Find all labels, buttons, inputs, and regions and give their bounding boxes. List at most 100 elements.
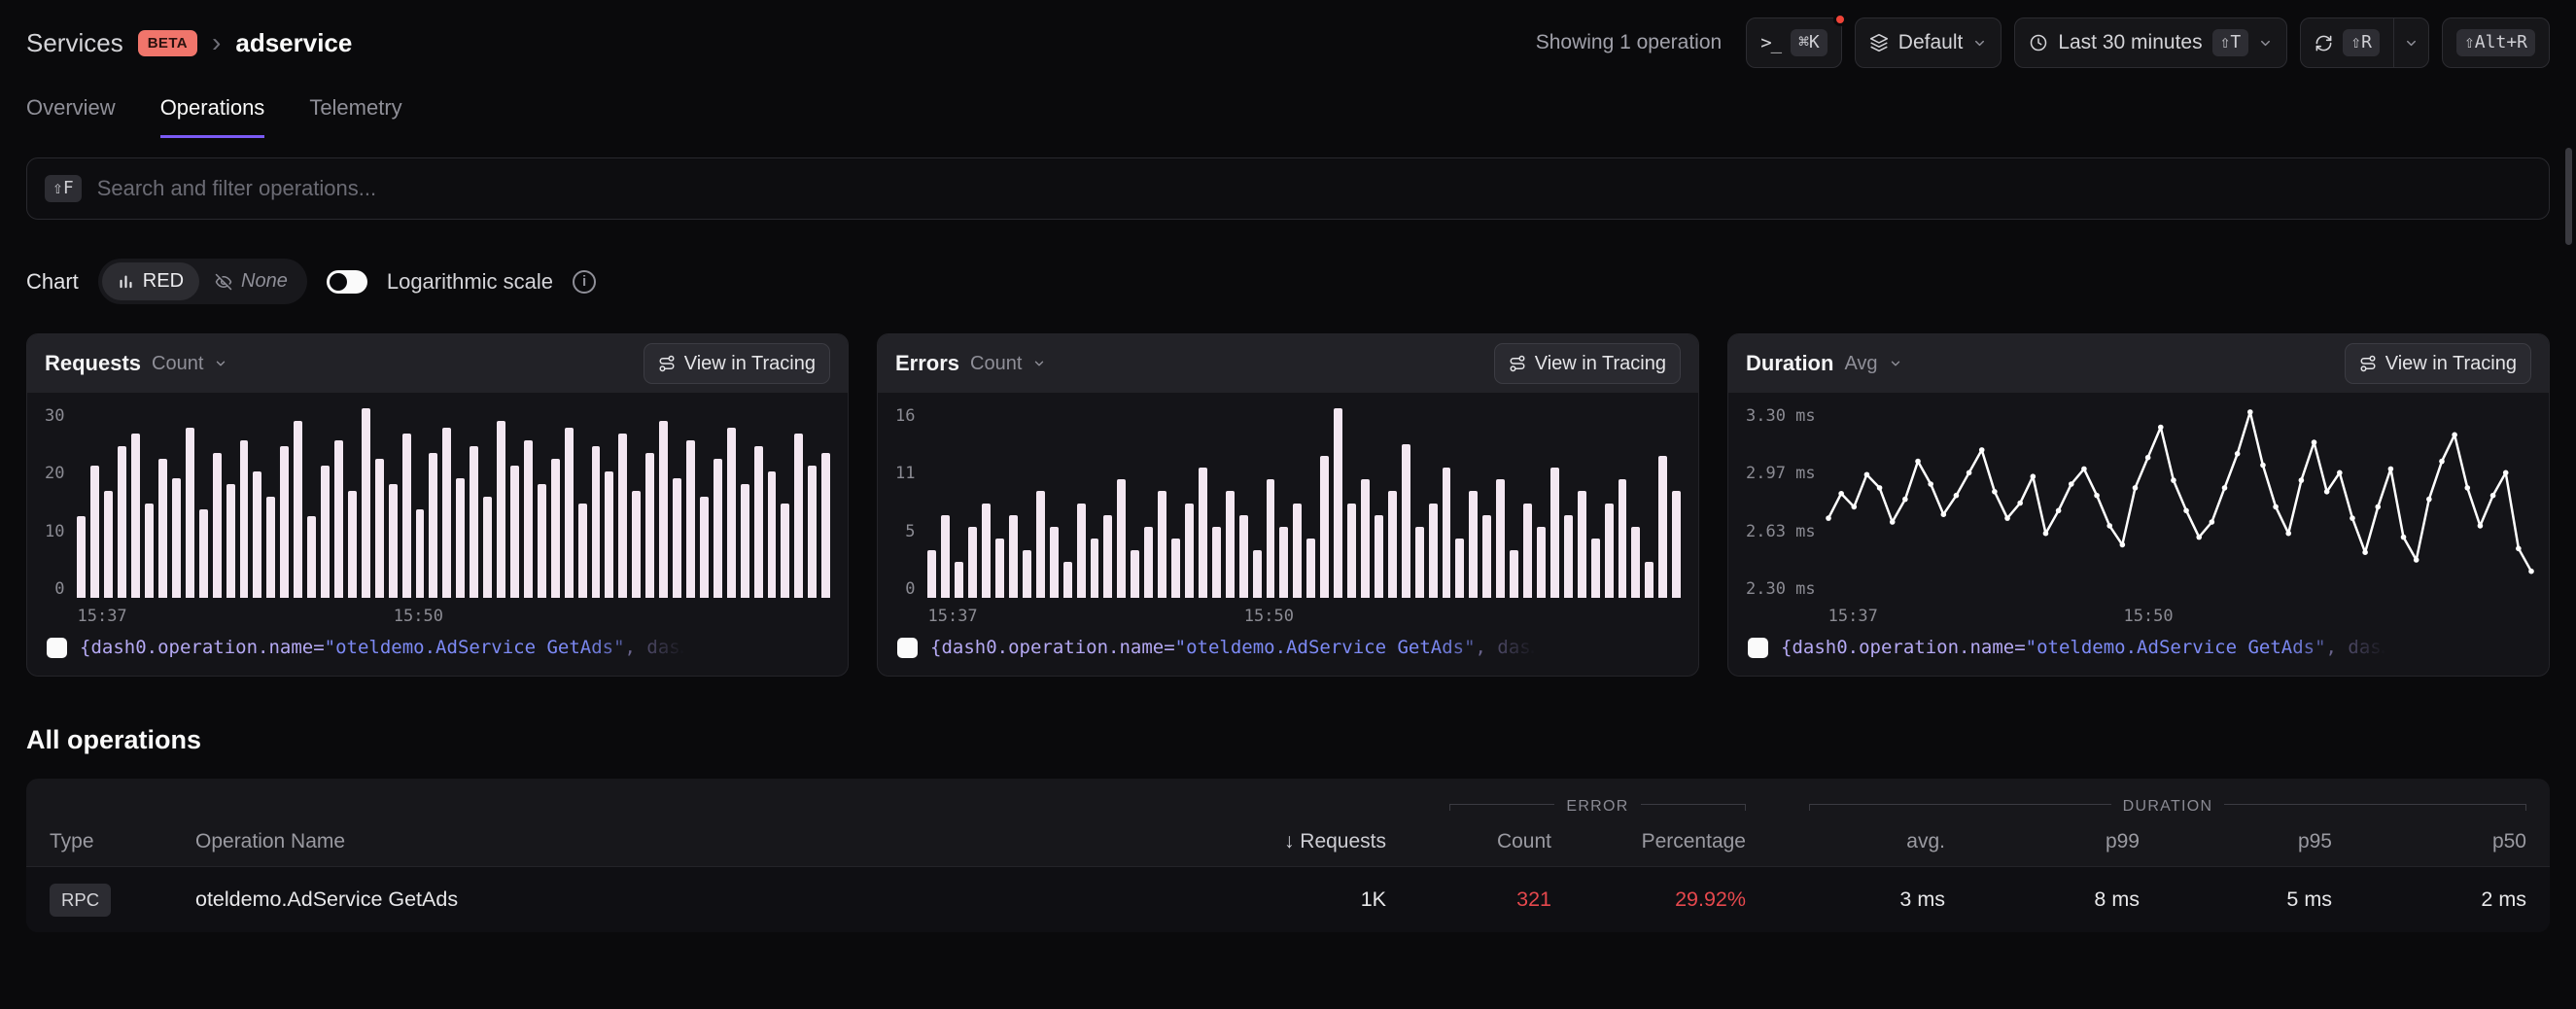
cell-operation-name[interactable]: oteldemo.AdService GetAds (195, 887, 1206, 912)
chart-bar (1375, 515, 1383, 598)
chart-bar (727, 428, 736, 599)
table-row[interactable]: RPC oteldemo.AdService GetAds 1K 321 29.… (26, 866, 2550, 932)
chart-bar (1293, 504, 1302, 599)
view-in-tracing-button[interactable]: View in Tracing (1494, 343, 1681, 384)
tab-telemetry[interactable]: Telemetry (309, 95, 401, 138)
header-error-count[interactable]: Count (1386, 830, 1551, 853)
chart-bar (416, 509, 425, 598)
chart-bar (741, 484, 749, 598)
chart-bar (1103, 515, 1112, 598)
header-operation-name[interactable]: Operation Name (195, 830, 1206, 853)
breadcrumb: Services BETA › adservice (26, 28, 352, 58)
all-operations-heading: All operations (26, 725, 2550, 755)
breadcrumb-services[interactable]: Services (26, 28, 123, 58)
card-title: Errors (895, 351, 959, 376)
header-duration-avg[interactable]: avg. (1746, 830, 1945, 853)
chart-bar (1550, 468, 1559, 598)
legend-text[interactable]: {dash0.operation.name="oteldemo.AdServic… (80, 637, 691, 658)
legend-checkbox[interactable] (897, 638, 918, 658)
chart-mode-red-option[interactable]: RED (102, 262, 199, 300)
chart-bar (1631, 527, 1640, 598)
requests-metric-select[interactable]: Requests Count (45, 351, 227, 376)
search-bar[interactable]: ⇧F (26, 157, 2550, 220)
page-title: adservice (235, 28, 352, 58)
header-requests-sorted[interactable]: ↓ Requests (1206, 830, 1386, 853)
legend-text[interactable]: {dash0.operation.name="oteldemo.AdServic… (1781, 637, 2392, 658)
chevron-down-icon (1032, 357, 1046, 370)
chart-bar (686, 440, 695, 599)
chart-bar (1537, 527, 1546, 598)
refresh-button[interactable]: ⇧R (2300, 17, 2394, 68)
legend-text[interactable]: {dash0.operation.name="oteldemo.AdServic… (930, 637, 1542, 658)
sort-desc-icon: ↓ (1284, 830, 1295, 852)
chart-bar (794, 434, 803, 598)
chart-bar (1402, 444, 1410, 598)
view-in-tracing-button[interactable]: View in Tracing (2345, 343, 2531, 384)
errors-metric-select[interactable]: Errors Count (895, 351, 1046, 376)
chart-bar (442, 428, 451, 599)
tab-overview[interactable]: Overview (26, 95, 116, 138)
chart-bar (673, 478, 681, 599)
refresh-options-button[interactable] (2393, 17, 2429, 68)
chevron-down-icon (214, 357, 227, 370)
chart-bar (1131, 550, 1139, 598)
legend-checkbox[interactable] (1748, 638, 1768, 658)
chart-bar (1578, 491, 1586, 598)
header-duration-p50[interactable]: p50 (2332, 830, 2526, 853)
legend-key: {dash0.operation.name= (1781, 637, 2026, 658)
chart-controls: Chart RED None Logarithmic scale i (26, 259, 2550, 304)
header-type[interactable]: Type (50, 830, 195, 853)
chart-label: Chart (26, 269, 79, 295)
search-input[interactable] (97, 176, 2531, 201)
log-scale-toggle[interactable] (327, 270, 367, 294)
chart-bar (700, 497, 709, 598)
chart-bar (1320, 456, 1329, 598)
chart-bar (645, 453, 654, 598)
chart-bar (213, 453, 222, 598)
y-axis-label: 20 (45, 466, 64, 482)
chart-wrap: 161150 15:3715:50 (895, 408, 1681, 598)
chart-mode-none-option[interactable]: None (199, 262, 303, 300)
chart-bar (605, 471, 613, 598)
error-column-group: ERROR (1449, 798, 1746, 816)
scrollbar-thumb[interactable] (2565, 148, 2572, 245)
cell-avg: 3 ms (1746, 887, 1945, 912)
chart-bar (1036, 491, 1045, 598)
chart-bar (1171, 539, 1180, 598)
chart-bar (172, 478, 181, 599)
auto-refresh-button[interactable]: ⇧Alt+R (2442, 17, 2550, 68)
duration-chart-area: 3.30 ms2.97 ms2.63 ms2.30 ms 15:3715:50 … (1728, 393, 2549, 676)
cell-type: RPC (50, 884, 195, 917)
header-error-percentage[interactable]: Percentage (1551, 830, 1746, 853)
duration-metric-select[interactable]: Duration Avg (1746, 351, 1902, 376)
legend-key: {dash0.operation.name= (80, 637, 325, 658)
table-header-row: Type Operation Name ↓ Requests Count Per… (26, 818, 2550, 866)
chart-bar (1591, 539, 1600, 598)
time-range-button[interactable]: Last 30 minutes ⇧T (2014, 17, 2287, 68)
command-palette-button[interactable]: >_ ⌘K (1746, 17, 1842, 68)
chart-mode-segmented-control: RED None (98, 259, 307, 304)
operations-table: ERROR DURATION Type Operation Name ↓ Req… (26, 779, 2550, 932)
x-axis-label: 15:37 (1828, 607, 1878, 626)
errors-bar-chart: 15:3715:50 (927, 408, 1681, 598)
header-duration-p99[interactable]: p99 (1945, 830, 2140, 853)
environment-label: Default (1898, 31, 1964, 54)
header-duration-p95[interactable]: p95 (2140, 830, 2332, 853)
legend-checkbox[interactable] (47, 638, 67, 658)
showing-operations-text: Showing 1 operation (1536, 31, 1722, 54)
info-icon[interactable]: i (573, 270, 596, 294)
bar-chart-icon (118, 273, 134, 290)
view-in-tracing-button[interactable]: View in Tracing (644, 343, 830, 384)
card-metric: Count (152, 353, 203, 375)
y-axis-label: 10 (45, 524, 64, 540)
chart-bar (1063, 562, 1072, 598)
view-in-tracing-label: View in Tracing (1535, 353, 1666, 375)
none-option-label: None (241, 270, 288, 293)
tab-operations[interactable]: Operations (160, 95, 265, 138)
environment-select-button[interactable]: Default (1855, 17, 2002, 68)
layers-icon (1869, 33, 1889, 52)
y-axis: 3020100 (45, 408, 77, 598)
errors-card-header: Errors Count View in Tracing (878, 334, 1698, 393)
duration-group-label: DURATION (2123, 798, 2213, 816)
requests-card-header: Requests Count View in Tracing (27, 334, 848, 393)
